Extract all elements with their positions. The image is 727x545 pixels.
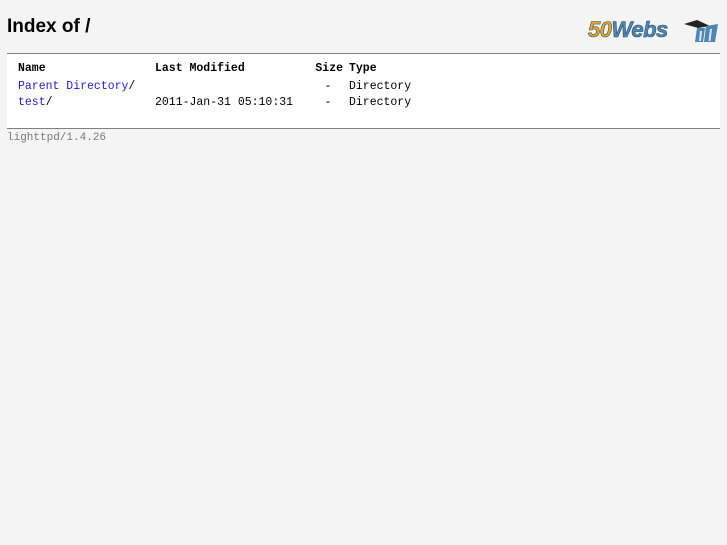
table-row: Parent Directory/ - Directory [15,80,432,96]
type-cell: Directory [349,80,412,93]
50webs-logo[interactable]: 50Webs [587,14,721,44]
server-footer: lighttpd/1.4.26 [7,132,107,144]
directory-listing: Name Last Modified Size Type Parent Dire… [7,53,720,129]
flag-icon [684,20,718,42]
parent-directory-link[interactable]: Parent Directory [18,80,128,93]
size-cell: - [324,80,332,93]
header-size[interactable]: Size [310,60,346,80]
header-last-modified[interactable]: Last Modified [152,60,310,80]
modified-cell: 2011-Jan-31 05:10:31 [155,96,294,109]
name-cell: Parent Directory/ [15,80,152,96]
header-name[interactable]: Name [15,60,152,80]
dir-slash: / [45,96,53,109]
logo-text: 50Webs [588,17,668,42]
size-cell: - [324,96,332,109]
table-row: test/ 2011-Jan-31 05:10:31 - Directory [15,96,432,112]
name-cell: test/ [15,96,152,112]
test-directory-link[interactable]: test [18,96,46,109]
header-row: Name Last Modified Size Type [15,60,432,80]
logo-number: 50 [588,17,613,42]
header-type[interactable]: Type [346,60,432,80]
type-cell: Directory [349,96,412,109]
dir-slash: / [128,80,136,93]
logo-word: Webs [611,17,668,42]
listing-table: Name Last Modified Size Type Parent Dire… [15,60,432,112]
page-title: Index of / [7,16,91,37]
modified-cell [152,80,310,96]
